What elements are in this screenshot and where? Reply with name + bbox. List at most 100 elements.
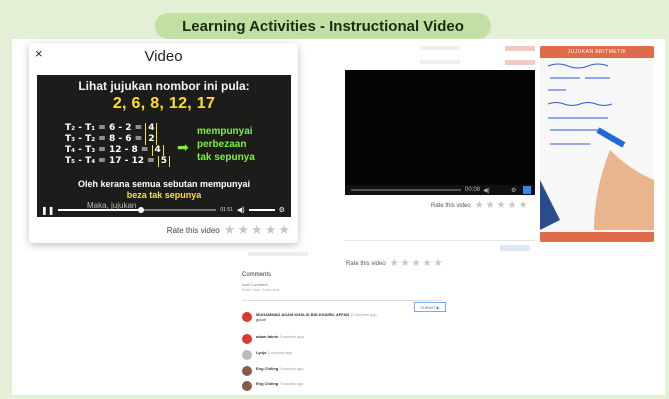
avatar: [242, 381, 252, 391]
star-icon[interactable]: ★: [508, 200, 517, 211]
star-icon[interactable]: ★: [475, 200, 484, 211]
equation-row: T₅ - T₄ = 17 - 12 = 5: [65, 156, 170, 167]
volume-icon[interactable]: ◀): [237, 206, 245, 214]
comment-time: 3 months ago: [279, 334, 304, 339]
equation-lhs: T₄ - T₃ = 12 - 8 =: [65, 145, 149, 155]
comment-author: Eng Chiling: [256, 366, 279, 371]
comment-item: MUHAMMAD ADAM KHALID BIN KHAIRIL AFFAN 1…: [242, 312, 377, 322]
equation-row: T₄ - T₃ = 12 - 8 = 4: [65, 145, 170, 156]
settings-icon[interactable]: ⚙: [279, 206, 285, 214]
equation-result: 4: [151, 145, 164, 156]
equation-row: T₂ - T₁ = 6 - 2 = 4: [65, 123, 170, 134]
equation-lhs: T₅ - T₄ = 17 - 12 =: [65, 156, 155, 166]
background-rating-1: Rate this video ★ ★ ★ ★ ★: [431, 200, 528, 211]
avatar: [242, 334, 252, 344]
background-rating-2: Rate this video ★ ★ ★ ★ ★: [346, 258, 443, 269]
rate-label: Rate this video: [346, 260, 386, 267]
lesson-video-thumbnail[interactable]: JUJUKAN ARITMETIK: [540, 46, 654, 242]
fullscreen-icon[interactable]: [523, 186, 531, 194]
star-icon[interactable]: ★: [251, 222, 263, 238]
equation-row: T₃ - T₂ = 8 - 6 = 2: [65, 134, 170, 145]
equation-result: 4: [145, 123, 158, 134]
volume-slider[interactable]: [248, 209, 275, 211]
comments-title: Comments: [242, 272, 272, 278]
bg-divider: [345, 240, 535, 241]
video-progress-handle[interactable]: [137, 207, 144, 213]
equation-result: 2: [145, 134, 158, 145]
star-icon[interactable]: ★: [497, 200, 506, 211]
side-line: tak sepunya: [197, 152, 255, 163]
star-icon[interactable]: ★: [434, 258, 443, 269]
comment-time: 3 months ago: [279, 366, 304, 371]
video-time: 01:51: [220, 207, 233, 213]
star-icon[interactable]: ★: [423, 258, 432, 269]
rate-label: Rate this video: [431, 202, 471, 209]
video-footnote-highlight: beza tak sepunya: [126, 190, 202, 200]
star-icon[interactable]: ★: [390, 258, 399, 269]
rating-stars[interactable]: ★ ★ ★ ★ ★: [390, 258, 443, 269]
modal-rating: Rate this video ★ ★ ★ ★ ★: [167, 222, 290, 238]
comment-input[interactable]: Enter Your Comment: [242, 287, 442, 292]
page-title-banner: Learning Activities - Instructional Vide…: [155, 13, 491, 39]
bg-placeholder-text: [420, 46, 460, 50]
star-icon[interactable]: ★: [401, 258, 410, 269]
rating-stars[interactable]: ★ ★ ★ ★ ★: [224, 222, 290, 238]
bg-placeholder-badge: [505, 46, 535, 51]
video-side-text: mempunyai perbezaan tak sepunya: [197, 125, 255, 164]
arrow-right-icon: ➡: [177, 139, 189, 155]
star-icon[interactable]: ★: [519, 200, 528, 211]
submit-comment-button[interactable]: SUBMIT ▶: [414, 302, 446, 312]
star-icon[interactable]: ★: [224, 222, 236, 238]
bg-placeholder-text: [420, 60, 460, 64]
pause-icon[interactable]: ❚❚: [41, 206, 54, 215]
bg-placeholder-text: [248, 252, 308, 256]
video-controls: ❚❚ 01:51 ◀) ⚙: [37, 203, 291, 217]
background-video-player[interactable]: 00:08 ◀) ⚙: [345, 70, 535, 195]
video-modal: × Video Lihat jujukan nombor ini pula: 2…: [29, 43, 298, 243]
star-icon[interactable]: ★: [278, 222, 290, 238]
settings-icon[interactable]: ⚙: [511, 187, 516, 194]
video-sequence: 2, 6, 8, 12, 17: [112, 95, 216, 112]
avatar: [242, 366, 252, 376]
handwriting-image: [540, 63, 654, 230]
comment-author: MUHAMMAD ADAM KHALID BIN KHAIRIL AFFAN: [256, 312, 350, 317]
rating-stars[interactable]: ★ ★ ★ ★ ★: [475, 200, 528, 211]
bg-placeholder-badge: [505, 60, 535, 65]
comment-time: 3 months ago: [267, 350, 292, 355]
video-progress-fill: [58, 209, 141, 211]
background-video-controls: 00:08 ◀) ⚙: [345, 185, 535, 195]
board-footer: [540, 232, 654, 242]
comment-item: Lynjo 3 months ago: [242, 350, 292, 360]
side-line: perbezaan: [197, 139, 247, 150]
video-footnote: Oleh kerana semua sebutan mempunyai: [77, 179, 251, 189]
page-title: Learning Activities - Instructional Vide…: [182, 17, 464, 35]
modal-title: Video: [144, 48, 183, 65]
comment-time: 10 months ago: [350, 312, 377, 317]
bg-submit-button: [500, 245, 530, 251]
comment-time: 3 months ago: [279, 381, 304, 386]
video-progress-track[interactable]: [58, 207, 217, 213]
equation-lhs: T₂ - T₁ = 6 - 2 =: [65, 123, 143, 133]
video-equations: T₂ - T₁ = 6 - 2 = 4 T₃ - T₂ = 8 - 6 = 2 …: [65, 123, 170, 167]
star-icon[interactable]: ★: [486, 200, 495, 211]
rate-label: Rate this video: [166, 225, 220, 235]
comment-text: good!: [256, 317, 267, 322]
star-icon[interactable]: ★: [237, 222, 249, 238]
star-icon[interactable]: ★: [412, 258, 421, 269]
comment-author: Eng Chiling: [256, 381, 279, 386]
comment-author: adam fakrin: [256, 334, 279, 339]
video-text-heading: Lihat jujukan nombor ini pula:: [78, 79, 250, 93]
side-line: mempunyai: [197, 126, 253, 137]
equation-result: 5: [157, 156, 170, 167]
avatar: [242, 350, 252, 360]
comment-author: Lynjo: [256, 350, 267, 355]
background-video-time: 00:08: [465, 187, 481, 193]
background-video-track[interactable]: [351, 189, 461, 191]
comment-item: adam fakrin 3 months ago: [242, 334, 304, 344]
star-icon[interactable]: ★: [265, 222, 277, 238]
comment-input-box[interactable]: Add Comment Enter Your Comment: [242, 282, 442, 301]
volume-icon[interactable]: ◀): [483, 187, 490, 194]
video-player[interactable]: Lihat jujukan nombor ini pula: 2, 6, 8, …: [37, 75, 291, 217]
avatar: [242, 312, 252, 322]
equation-lhs: T₃ - T₂ = 8 - 6 =: [65, 134, 143, 144]
